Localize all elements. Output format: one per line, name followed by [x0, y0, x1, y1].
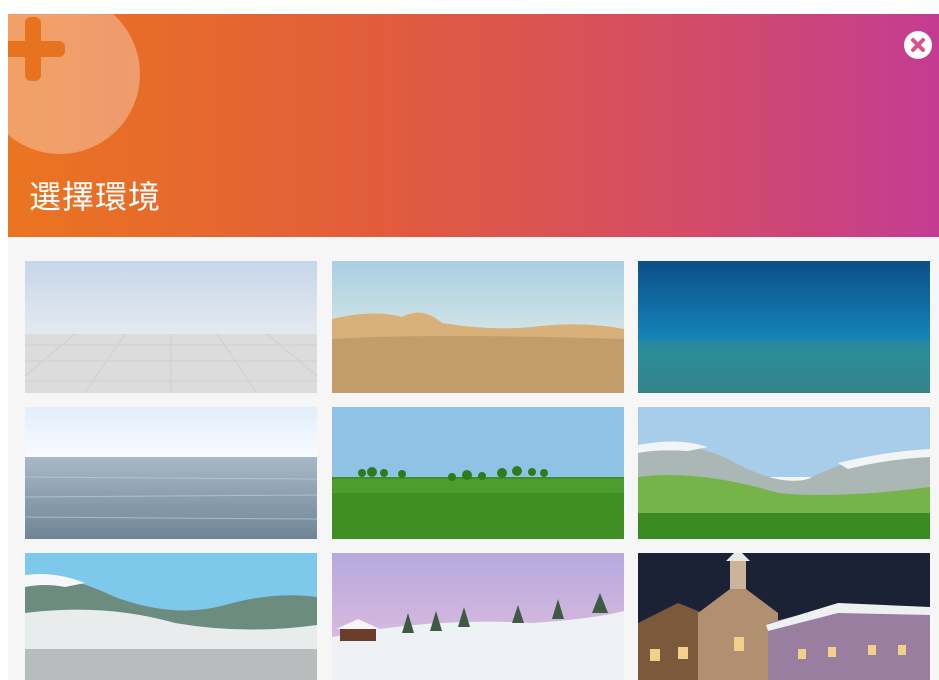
environment-winter-forest[interactable] — [332, 553, 624, 680]
close-button[interactable] — [904, 31, 932, 59]
environment-ocean[interactable] — [25, 407, 317, 539]
select-environment-dialog: 選擇環境 — [8, 14, 939, 680]
environment-desert[interactable] — [332, 261, 624, 393]
dialog-header: 選擇環境 — [8, 14, 939, 237]
add-icon-circle — [8, 14, 140, 154]
environment-mountain-valley[interactable] — [638, 407, 930, 539]
environment-night-village[interactable] — [638, 553, 930, 680]
environment-underwater[interactable] — [638, 261, 930, 393]
environment-grid — [8, 237, 939, 680]
plus-icon — [8, 17, 65, 81]
dialog-title: 選擇環境 — [29, 178, 162, 216]
environment-snowy-mountains[interactable] — [25, 553, 317, 680]
close-circle-icon — [911, 38, 925, 52]
environment-grass-field[interactable] — [332, 407, 624, 539]
environment-blank-grid[interactable] — [25, 261, 317, 393]
